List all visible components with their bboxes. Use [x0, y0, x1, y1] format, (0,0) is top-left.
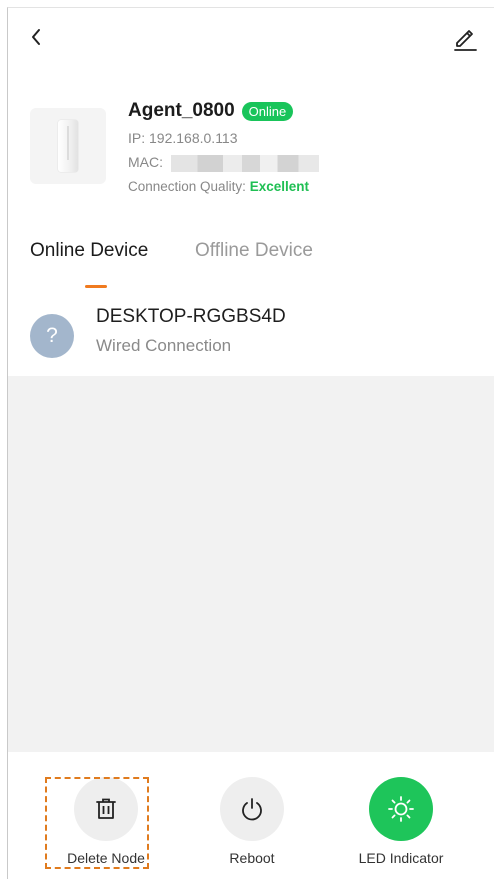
- ip-row: IP: 192.168.0.113: [128, 126, 474, 150]
- tab-offline-device[interactable]: Offline Device: [195, 240, 313, 262]
- list-item[interactable]: ? DESKTOP-RGGBS4D Wired Connection: [8, 296, 494, 376]
- ip-value: 192.168.0.113: [149, 130, 238, 146]
- quality-row: Connection Quality: Excellent: [128, 174, 474, 198]
- trash-icon: [96, 798, 116, 819]
- mac-label: MAC:: [128, 154, 163, 170]
- app-screen: Agent_0800 Online IP: 192.168.0.113 MAC:…: [7, 7, 494, 879]
- active-tab-indicator: [85, 285, 107, 288]
- reboot-circle: [220, 777, 284, 841]
- node-image: [30, 108, 106, 184]
- client-name: DESKTOP-RGGBS4D: [96, 306, 286, 327]
- led-indicator-label: LED Indicator: [358, 850, 444, 866]
- back-button[interactable]: [22, 22, 52, 52]
- chevron-left-icon: [32, 29, 40, 45]
- client-connection-type: Wired Connection: [96, 336, 232, 355]
- empty-list-area: [8, 376, 494, 752]
- led-indicator-circle: [369, 777, 433, 841]
- mac-row: MAC:: [128, 150, 474, 174]
- quality-label: Connection Quality:: [128, 179, 246, 194]
- delete-node-label: Delete Node: [67, 850, 145, 866]
- led-indicator-button[interactable]: LED Indicator: [346, 777, 456, 866]
- reboot-button[interactable]: Reboot: [197, 777, 307, 866]
- tab-online-device[interactable]: Online Device: [30, 240, 148, 262]
- ip-label: IP:: [128, 130, 146, 146]
- node-name-row: Agent_0800 Online: [128, 96, 474, 126]
- top-bar: [8, 8, 494, 68]
- mac-value-redacted: [170, 154, 319, 172]
- sun-icon: [388, 796, 414, 822]
- pencil-icon: [454, 30, 477, 51]
- power-icon: [242, 798, 262, 821]
- reboot-label: Reboot: [229, 850, 275, 866]
- delete-node-button[interactable]: Delete Node: [51, 777, 161, 866]
- device-tabs: Online Device Offline Device: [30, 240, 494, 290]
- action-bar: Delete Node Reboot LED Indicator: [8, 752, 494, 879]
- node-details: Agent_0800 Online IP: 192.168.0.113 MAC:…: [128, 96, 474, 198]
- node-name: Agent_0800: [128, 100, 235, 121]
- delete-node-circle: [74, 777, 138, 841]
- edit-button[interactable]: [448, 20, 482, 54]
- quality-value: Excellent: [249, 179, 309, 194]
- question-mark-icon: ?: [30, 314, 74, 358]
- status-badge: Online: [241, 101, 294, 121]
- node-info-card: Agent_0800 Online IP: 192.168.0.113 MAC:…: [30, 96, 474, 206]
- node-device-illustration: [58, 120, 78, 172]
